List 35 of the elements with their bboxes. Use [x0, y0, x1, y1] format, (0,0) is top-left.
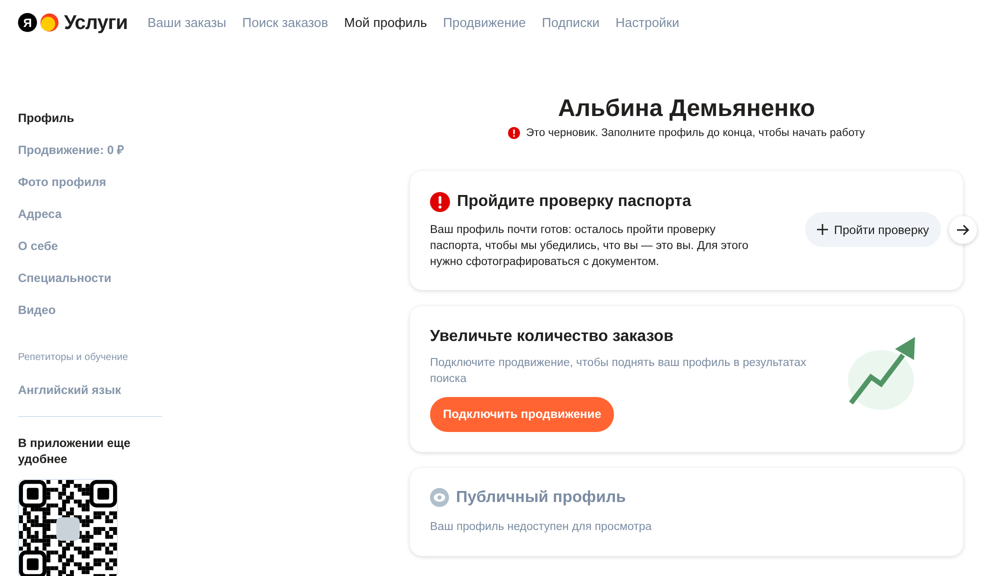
sidebar-item[interactable]: Английский язык — [18, 383, 200, 397]
sidebar-item[interactable]: Фото профиля — [18, 175, 200, 207]
eye-icon — [430, 488, 449, 507]
card-title: Публичный профиль — [456, 488, 626, 508]
profile-name: Альбина Демьяненко — [556, 95, 816, 123]
verify-button[interactable]: Пройти проверку — [804, 212, 941, 247]
sidebar-item[interactable]: Профиль — [18, 111, 200, 143]
nav-link[interactable]: Ваши заказы — [148, 12, 226, 32]
nav-link[interactable]: Подписки — [542, 12, 600, 32]
card-title: Увеличьте количество заказов — [430, 326, 674, 346]
next-arrow-button[interactable] — [949, 216, 977, 244]
warning-icon — [430, 192, 450, 212]
nav-link[interactable]: Поиск заказов — [242, 12, 328, 32]
card-title: Пройдите проверку паспорта — [457, 192, 692, 212]
sidebar-item[interactable]: Видео — [18, 303, 200, 335]
warning-icon — [508, 127, 520, 140]
sidebar-item[interactable]: Адреса — [18, 207, 200, 239]
sidebar-item[interactable]: О себе — [18, 239, 200, 271]
nav-link[interactable]: Мой профиль — [344, 12, 428, 32]
sidebar-section-title: Репетиторы и обучение — [18, 351, 130, 365]
logo-mark[interactable]: Я — [18, 13, 37, 32]
app-promo-text: В приложении еще удобнее — [18, 435, 132, 467]
arrow-right-icon — [956, 224, 970, 236]
nav-link[interactable]: Настройки — [616, 12, 680, 32]
plus-icon — [816, 224, 828, 235]
sidebar-item[interactable]: Специальности — [18, 271, 200, 303]
logo-icon[interactable] — [40, 13, 59, 32]
logo-text[interactable]: Услуги — [64, 8, 128, 38]
draft-warning: Это черновик. Заполните профиль до конца, чтобы начать работу — [526, 126, 865, 141]
sidebar-item[interactable]: Продвижение: 0 ₽ — [18, 143, 200, 175]
card-text: Ваш профиль почти готов: осталось пройти проверку паспорта, чтобы мы убедились, что вы — это вы. Для этого нужно сфотографироваться с документом. — [430, 222, 750, 270]
enable-promotion-button[interactable]: Подключить продвижение — [430, 396, 614, 432]
card-text: Подключите продвижение, чтобы поднять ваш профиль в результатах поиска — [430, 356, 808, 386]
card-text: Ваш профиль недоступен для просмотра — [430, 520, 653, 534]
nav-link[interactable]: Продвижение — [443, 12, 526, 32]
